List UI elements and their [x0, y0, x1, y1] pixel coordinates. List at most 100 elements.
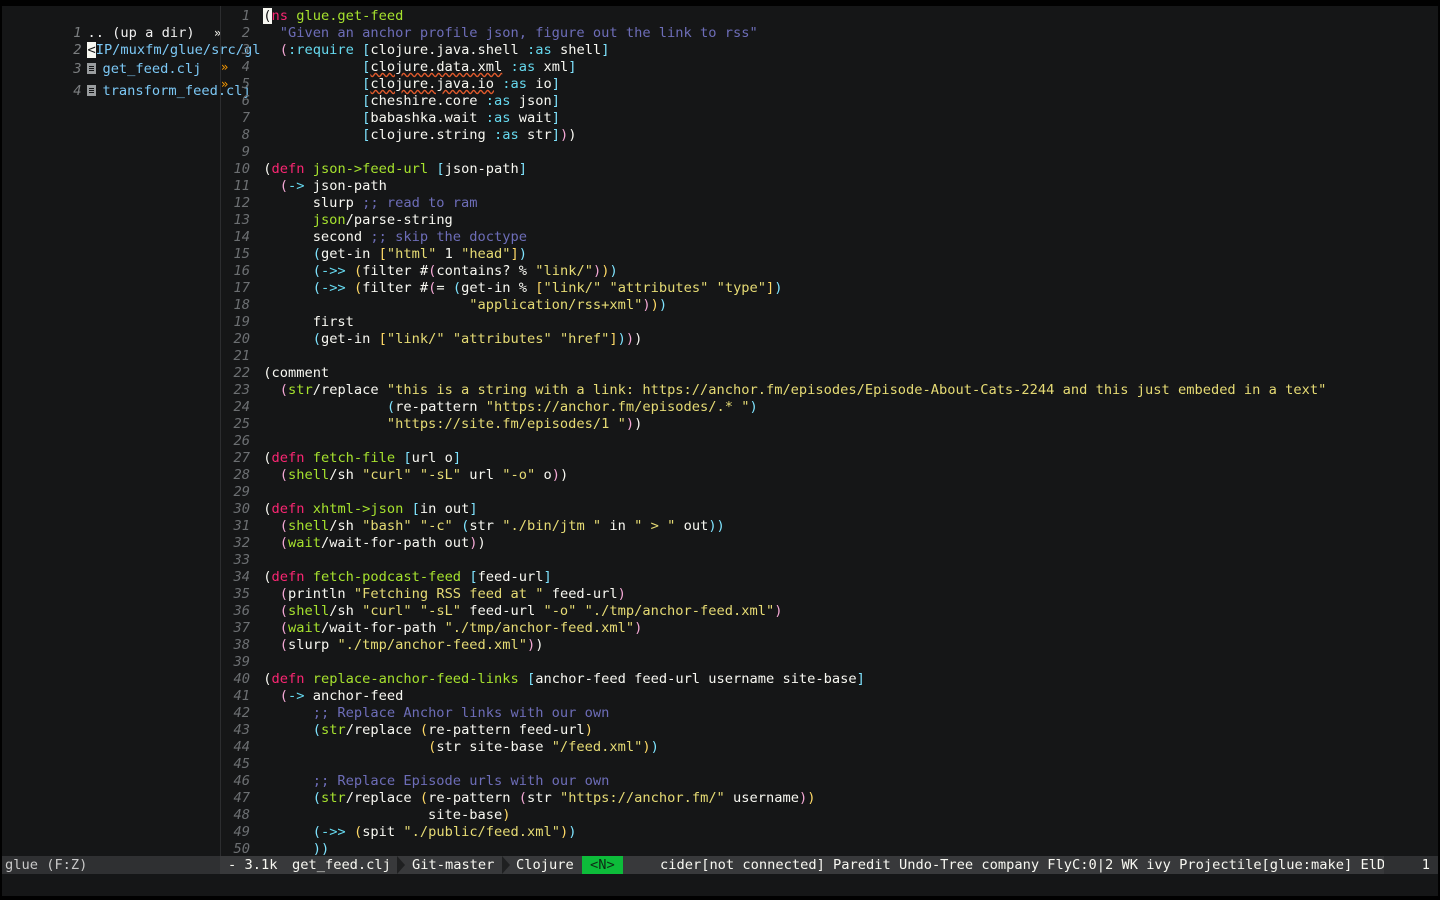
code-line[interactable]: 27 (defn fetch-file [url o] — [222, 450, 462, 467]
vc-branch[interactable]: Git-master — [412, 856, 494, 874]
code-token: ] — [601, 42, 610, 58]
code-token: shell — [287, 518, 330, 534]
code-token: ns — [271, 8, 288, 24]
code-line[interactable]: 12 slurp ;; read to ram — [222, 195, 478, 212]
code-token: [ — [378, 246, 387, 262]
code-line[interactable]: 1 (ns glue.get-feed — [222, 8, 403, 25]
window-divider[interactable] — [220, 6, 221, 856]
mode-line: glue (F:Z) - 3.1k get_feed.clj Git-maste… — [2, 856, 1438, 874]
code-line[interactable]: 45 — [222, 756, 263, 773]
code-line[interactable]: 13 json/parse-string — [222, 212, 453, 229]
code-line[interactable]: 8 [clojure.string :as str])) — [222, 127, 577, 144]
code-line[interactable]: 24 (re-pattern "https://anchor.fm/episod… — [222, 399, 758, 416]
code-line[interactable]: 40 (defn replace-anchor-feed-links [anch… — [222, 671, 865, 688]
code-line[interactable]: 31 (shell/sh "bash" "-c" (str "./bin/jtm… — [222, 518, 725, 535]
code-line[interactable]: 9 — [222, 144, 263, 161]
code-token: "Given an anchor profile json, figure ou… — [279, 25, 758, 41]
code-line[interactable]: 21 — [222, 348, 263, 365]
code-line[interactable]: 4 [clojure.data.xml :as xml] — [222, 59, 577, 76]
sidebar-row-file[interactable]: 4 transform_feed.clj — [2, 66, 251, 99]
buffer-name[interactable]: get_feed.clj — [292, 856, 391, 874]
code-line[interactable]: 46 ;; Replace Episode urls with our own — [222, 773, 610, 790]
code-token: str — [320, 790, 346, 806]
code-token: -> — [287, 688, 305, 704]
code-line[interactable]: 38 (slurp "./tmp/anchor-feed.xml")) — [222, 637, 544, 654]
code-editor[interactable]: 1 (ns glue.get-feed 2 "Given an anchor pr… — [222, 6, 1438, 857]
code-token: :as — [510, 59, 536, 75]
code-token: defn — [271, 161, 305, 177]
code-line[interactable]: 19 first — [222, 314, 354, 331]
major-mode[interactable]: Clojure — [516, 856, 574, 874]
code-line[interactable]: 48 site-base) — [222, 807, 511, 824]
code-line[interactable]: 36 (shell/sh "curl" "-sL" feed-url "-o" … — [222, 603, 783, 620]
sidebar-line-number: 4 — [73, 83, 82, 99]
code-token: )) — [708, 518, 725, 534]
code-token: ->> — [320, 824, 346, 840]
sidebar-row-file[interactable]: 3 get_feed.clj — [2, 44, 201, 77]
code-line[interactable]: 17 (->> (filter #(= (get-in % ["link/" "… — [222, 280, 783, 297]
code-token: ) — [774, 603, 783, 619]
code-line[interactable]: 28 (shell/sh "curl" "-sL" url "-o" o)) — [222, 467, 569, 484]
code-line[interactable]: 3 (:require [clojure.java.shell :as shel… — [222, 42, 610, 59]
code-line[interactable]: 10 (defn json->feed-url [json-path] — [222, 161, 528, 178]
code-line[interactable]: 37 (wait/wait-for-path "./tmp/anchor-fee… — [222, 620, 643, 637]
code-token: filter # — [362, 263, 429, 279]
code-line[interactable]: 34 (defn fetch-podcast-feed [feed-url] — [222, 569, 552, 586]
code-token: ) — [568, 824, 577, 840]
code-token: ) — [634, 620, 643, 636]
code-line[interactable]: 30 (defn xhtml->json [in out] — [222, 501, 478, 518]
code-line[interactable]: 6 [cheshire.core :as json] — [222, 93, 560, 110]
code-line[interactable]: 14 second ;; skip the doctype — [222, 229, 527, 246]
code-token: str — [527, 790, 560, 806]
code-line[interactable]: 16 (->> (filter #(contains? % "link/"))) — [222, 263, 618, 280]
code-line[interactable]: 49 (->> (spit "./public/feed.xml")) — [222, 824, 577, 841]
line-number: 29 — [233, 484, 250, 500]
line-number: 28 — [233, 467, 250, 483]
code-line[interactable]: 20 (get-in ["link/" "attributes" "href"]… — [222, 331, 643, 348]
code-token: [ — [436, 161, 445, 177]
code-line[interactable]: 29 — [222, 484, 263, 501]
code-line[interactable]: 22 (comment — [222, 365, 330, 382]
code-line[interactable]: 44 (str site-base "/feed.xml")) — [222, 739, 659, 756]
code-line[interactable]: 11 (-> json-path — [222, 178, 387, 195]
code-token: ) — [807, 790, 816, 806]
code-line[interactable]: 5 [clojure.java.io :as io] — [222, 76, 560, 93]
code-token: ] — [510, 246, 519, 262]
code-line[interactable]: 18 "application/rss+xml"))) — [222, 297, 668, 314]
code-line[interactable]: 15 (get-in ["html" 1 "head"]) — [222, 246, 528, 263]
minor-modes[interactable]: cider[not connected] Paredit Undo-Tree c… — [660, 856, 1402, 874]
sidebar-row-up-dir[interactable]: 1.. (up a dir) — [2, 8, 194, 41]
code-line[interactable]: 35 (println "Fetching RSS feed at " feed… — [222, 586, 626, 603]
code-line[interactable]: 42 ;; Replace Anchor links with our own — [222, 705, 610, 722]
code-token: ( — [419, 790, 429, 806]
code-line[interactable]: 43 (str/replace (re-pattern feed-url) — [222, 722, 593, 739]
code-token: ( — [263, 450, 272, 466]
code-line[interactable]: 25 "https://site.fm/episodes/1 ")) — [222, 416, 643, 433]
code-line[interactable]: 41 (-> anchor-feed — [222, 688, 404, 705]
code-token: url o — [411, 450, 453, 466]
code-token: clojure.java.io — [370, 76, 494, 92]
code-token: fetch-file — [312, 450, 396, 466]
code-line[interactable]: 2 "Given an anchor profile json, figure … — [222, 25, 758, 42]
code-line[interactable]: 33 — [222, 552, 263, 569]
code-line[interactable]: 39 — [222, 654, 263, 671]
code-token: fetch-podcast-feed — [312, 569, 462, 585]
code-token: ) — [584, 722, 593, 738]
code-line[interactable]: 23 (str/replace "this is a string with a… — [222, 382, 1327, 399]
code-token: ] — [551, 76, 560, 92]
line-number: 25 — [233, 416, 250, 432]
code-token: ( — [312, 331, 321, 347]
code-token: ] — [543, 569, 552, 585]
code-token: ] — [568, 59, 577, 75]
line-number: 10 — [233, 161, 250, 177]
code-line[interactable]: 7 [babashka.wait :as wait] — [222, 110, 560, 127]
code-line[interactable]: 32 (wait/wait-for-path out)) — [222, 535, 486, 552]
code-line[interactable]: 26 — [222, 433, 263, 450]
code-line[interactable]: 47 (str/replace (re-pattern (str "https:… — [222, 790, 816, 807]
